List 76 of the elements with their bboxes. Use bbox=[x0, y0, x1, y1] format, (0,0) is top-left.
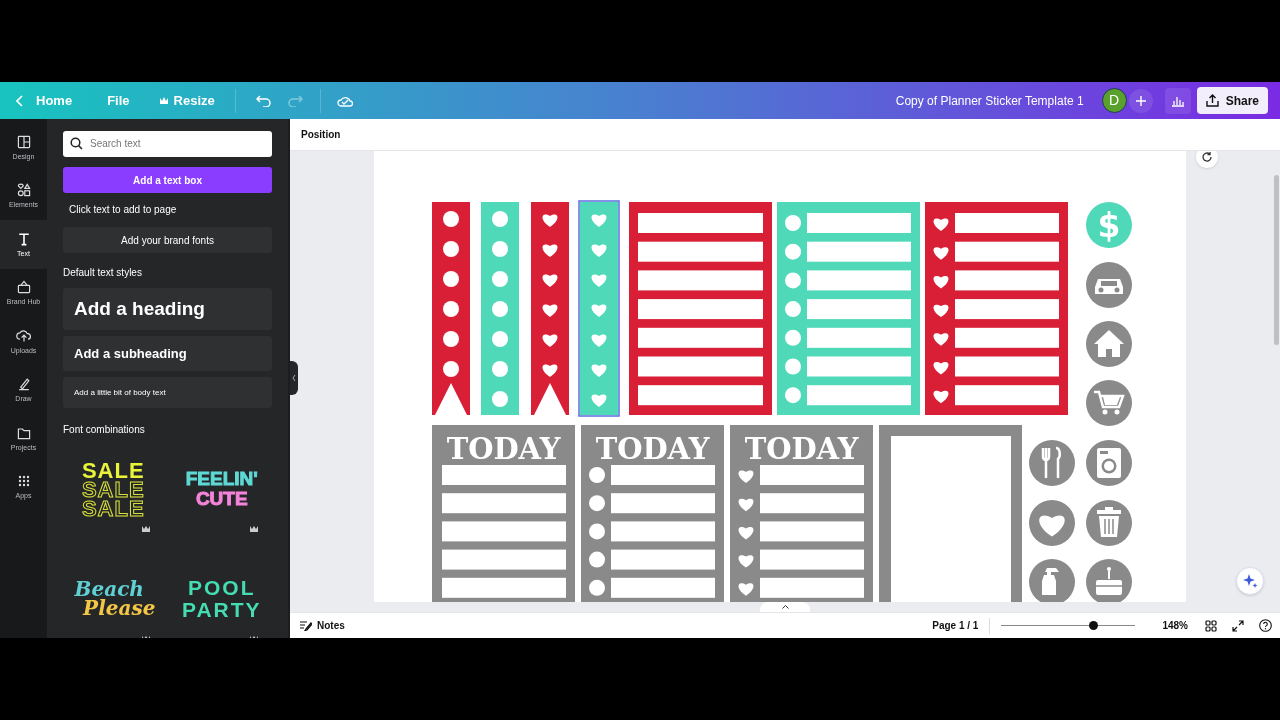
checklist-strip-sticker[interactable] bbox=[531, 202, 569, 415]
text-style-option[interactable]: Add a little bit of body text bbox=[63, 377, 272, 408]
spray-bottle-sticker-icon[interactable] bbox=[1029, 559, 1075, 602]
undo-icon bbox=[256, 94, 272, 107]
zoom-level[interactable]: 148% bbox=[1162, 618, 1188, 633]
zoom-slider[interactable] bbox=[1001, 620, 1136, 631]
bar-chart-icon bbox=[1170, 94, 1185, 107]
refresh-icon bbox=[1201, 151, 1213, 163]
section-heading: Default text styles bbox=[63, 266, 143, 280]
plus-icon bbox=[1135, 95, 1146, 106]
text-style-option[interactable]: Add a heading bbox=[63, 288, 272, 330]
brand-icon bbox=[15, 279, 32, 296]
position-button[interactable]: Position bbox=[300, 122, 342, 147]
cloud-check-icon bbox=[336, 94, 353, 107]
sticker-title: TODAY bbox=[595, 432, 710, 466]
sticker-title: TODAY bbox=[744, 432, 859, 466]
search-icon bbox=[70, 136, 83, 150]
sparkle-icon bbox=[1242, 573, 1258, 589]
checklist-strip-sticker[interactable] bbox=[432, 202, 470, 415]
elements-icon bbox=[15, 182, 32, 199]
redo-icon bbox=[288, 94, 304, 107]
scrollbar[interactable] bbox=[1274, 175, 1279, 345]
collapse-panel-handle[interactable] bbox=[290, 361, 298, 395]
slider-thumb[interactable] bbox=[1089, 621, 1099, 630]
fullscreen-button[interactable] bbox=[1232, 619, 1244, 632]
heart-sticker-icon[interactable] bbox=[1029, 500, 1075, 546]
text-style-option[interactable]: Add a subheading bbox=[63, 336, 272, 371]
dollar-sign: $ bbox=[1097, 206, 1121, 245]
section-heading: Font combinations bbox=[63, 423, 146, 437]
design-icon bbox=[15, 133, 32, 150]
checklist-sticker[interactable] bbox=[777, 202, 920, 415]
notes-icon bbox=[300, 620, 312, 631]
add-text-box-button[interactable]: Add a text box bbox=[63, 167, 272, 193]
checklist-strip-sticker[interactable] bbox=[578, 200, 620, 417]
share-button[interactable]: Share bbox=[1196, 87, 1268, 114]
notes-button[interactable]: Notes bbox=[300, 618, 345, 633]
grid-view-button[interactable] bbox=[1205, 619, 1217, 632]
expand-icon bbox=[1232, 619, 1244, 632]
today-list-sticker[interactable] bbox=[581, 425, 724, 602]
hint-text: Click text to add to page bbox=[69, 203, 178, 217]
sticker-title: TODAY bbox=[446, 432, 561, 466]
crown-icon bbox=[250, 526, 258, 532]
cart-sticker-icon[interactable] bbox=[1086, 380, 1132, 426]
magic-assistant-button[interactable] bbox=[1236, 567, 1264, 595]
crown-icon bbox=[159, 97, 168, 104]
insights-button[interactable] bbox=[1164, 87, 1191, 114]
house-sticker-icon[interactable] bbox=[1086, 321, 1132, 367]
frame-sticker[interactable] bbox=[879, 425, 1022, 602]
help-icon bbox=[1259, 619, 1272, 632]
car-sticker-icon[interactable] bbox=[1086, 262, 1132, 308]
checklist-strip-sticker[interactable] bbox=[481, 202, 519, 415]
add-member-button[interactable] bbox=[1128, 88, 1153, 113]
document-title[interactable]: Copy of Planner Sticker Template 1 bbox=[895, 91, 1084, 110]
refresh-button[interactable] bbox=[1196, 151, 1218, 168]
page-indicator[interactable]: Page 1 / 1 bbox=[932, 618, 979, 633]
chevron-left-icon bbox=[292, 375, 296, 381]
checklist-sticker[interactable] bbox=[629, 202, 772, 415]
today-list-sticker[interactable] bbox=[730, 425, 873, 602]
washing-machine-sticker-icon[interactable] bbox=[1086, 440, 1132, 486]
checklist-sticker[interactable] bbox=[925, 202, 1068, 415]
caret-up-icon bbox=[781, 605, 789, 609]
uploads-icon bbox=[15, 327, 32, 344]
coin-sticker[interactable] bbox=[1086, 202, 1132, 248]
grid-icon bbox=[1205, 619, 1217, 632]
search-field[interactable]: Search text bbox=[63, 130, 272, 157]
trash-can-sticker-icon[interactable] bbox=[1086, 500, 1132, 546]
today-list-sticker[interactable] bbox=[432, 425, 575, 602]
cutlery-sticker-icon[interactable] bbox=[1029, 440, 1075, 486]
back-icon bbox=[16, 94, 24, 107]
share-icon bbox=[1205, 94, 1219, 107]
help-button[interactable] bbox=[1259, 619, 1272, 632]
cake-sticker-icon[interactable] bbox=[1086, 559, 1132, 602]
crown-icon bbox=[141, 526, 150, 532]
font-combination-preview[interactable]: FEELIN' CUTE bbox=[171, 439, 272, 539]
brand-fonts-button[interactable]: Add your brand fonts bbox=[63, 227, 272, 253]
font-combination-preview[interactable]: SALE SALE SALE bbox=[63, 439, 164, 539]
